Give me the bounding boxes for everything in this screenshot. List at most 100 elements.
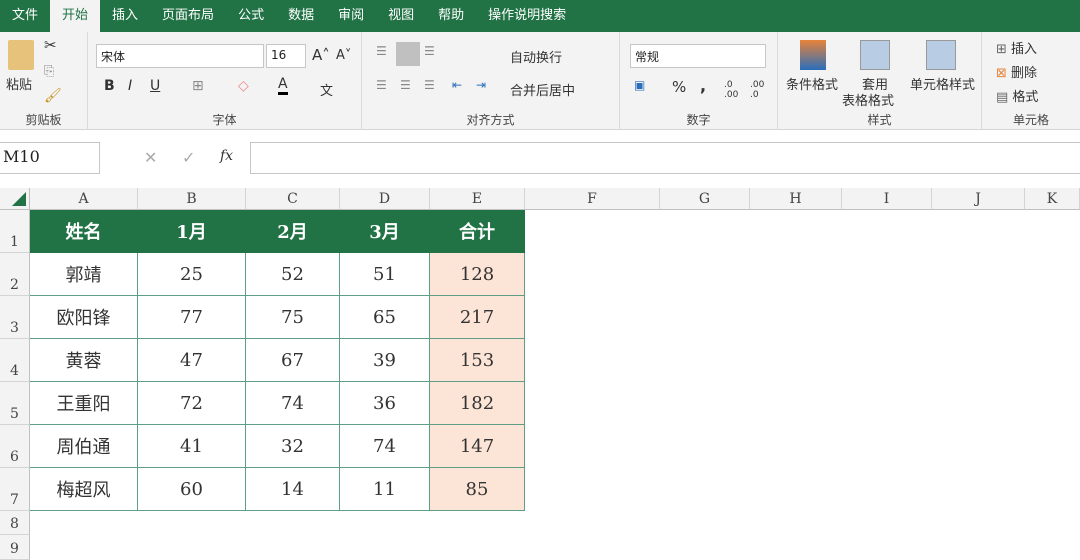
table-cell[interactable]: 67 [246,339,340,382]
enter-icon[interactable]: ✓ [182,148,195,167]
format-painter-icon[interactable]: 🖌 [44,88,62,104]
borders-icon[interactable]: ⊞ [192,78,204,94]
table-cell[interactable]: 74 [340,425,430,468]
percent-button[interactable]: % [672,78,686,96]
row-header-7[interactable]: 7 [0,468,30,511]
table-cell[interactable]: 王重阳 [30,382,138,425]
align-right-icon[interactable]: ☰ [424,78,435,92]
shrink-font-icon[interactable]: A˅ [336,48,351,63]
increase-decimal-icon[interactable]: .0.00 [724,80,738,100]
table-cell[interactable]: 14 [246,468,340,511]
table-cell[interactable]: 72 [138,382,246,425]
menu-tab-7[interactable]: 视图 [376,0,426,32]
menu-tab-9[interactable]: 操作说明搜索 [476,0,578,32]
table-cell[interactable]: 128 [430,253,525,296]
column-header-B[interactable]: B [138,188,246,210]
italic-button[interactable]: I [128,78,132,94]
column-header-A[interactable]: A [30,188,138,210]
table-cell[interactable]: 51 [340,253,430,296]
row-header-1[interactable]: 1 [0,210,30,253]
row-header-3[interactable]: 3 [0,296,30,339]
cut-icon[interactable]: ✂ [44,36,57,54]
menu-tab-3[interactable]: 页面布局 [150,0,226,32]
decrease-indent-icon[interactable]: ⇤ [452,78,462,92]
formula-input[interactable] [250,142,1080,174]
column-header-C[interactable]: C [246,188,340,210]
table-cell[interactable]: 32 [246,425,340,468]
format-as-table-button-line2[interactable]: 表格格式 [842,90,894,109]
merge-center-button[interactable]: 合并后居中 [510,80,575,99]
table-header-cell[interactable]: 姓名 [30,210,138,253]
table-cell[interactable]: 153 [430,339,525,382]
column-header-K[interactable]: K [1025,188,1080,210]
insert-button[interactable]: ⊞ 插入 [996,38,1037,57]
table-cell[interactable]: 47 [138,339,246,382]
table-cell[interactable]: 黄蓉 [30,339,138,382]
menu-tab-5[interactable]: 数据 [276,0,326,32]
increase-indent-icon[interactable]: ⇥ [476,78,486,92]
table-cell[interactable]: 182 [430,382,525,425]
fill-color-icon[interactable]: ◇ [238,78,249,94]
menu-tab-0[interactable]: 文件 [0,0,50,32]
table-header-cell[interactable]: 1月 [138,210,246,253]
table-cell[interactable]: 周伯通 [30,425,138,468]
table-cell[interactable]: 郭靖 [30,253,138,296]
row-header-2[interactable]: 2 [0,253,30,296]
table-cell[interactable]: 77 [138,296,246,339]
table-cell[interactable]: 36 [340,382,430,425]
column-header-G[interactable]: G [660,188,750,210]
table-cell[interactable]: 65 [340,296,430,339]
table-cell[interactable]: 147 [430,425,525,468]
table-cell[interactable]: 217 [430,296,525,339]
table-cell[interactable]: 41 [138,425,246,468]
conditional-format-button[interactable]: 条件格式 [786,74,838,93]
table-cell[interactable]: 74 [246,382,340,425]
menu-tab-8[interactable]: 帮助 [426,0,476,32]
menu-tab-4[interactable]: 公式 [226,0,276,32]
bold-button[interactable]: B [104,78,115,94]
table-cell[interactable]: 梅超风 [30,468,138,511]
align-center-icon[interactable]: ☰ [400,78,411,92]
column-header-J[interactable]: J [932,188,1025,210]
table-header-cell[interactable]: 3月 [340,210,430,253]
column-header-E[interactable]: E [430,188,525,210]
insert-function-button[interactable]: fx [220,148,233,164]
row-header-5[interactable]: 5 [0,382,30,425]
paste-button[interactable]: 粘贴 [6,74,32,93]
font-name-select[interactable]: 宋体 [96,44,264,68]
cell-styles-button[interactable]: 单元格样式 [910,74,975,93]
row-header-4[interactable]: 4 [0,339,30,382]
menu-tab-1[interactable]: 开始 [50,0,101,32]
currency-icon[interactable]: ▣ [634,78,645,92]
menu-tab-6[interactable]: 审阅 [326,0,376,32]
column-header-D[interactable]: D [340,188,430,210]
align-left-icon[interactable]: ☰ [376,78,387,92]
align-top-icon[interactable]: ☰ [376,44,387,58]
row-header-8[interactable]: 8 [0,511,30,535]
wrap-text-button[interactable]: 自动换行 [510,47,562,66]
table-header-cell[interactable]: 2月 [246,210,340,253]
column-header-F[interactable]: F [525,188,660,210]
column-header-I[interactable]: I [842,188,932,210]
table-cell[interactable]: 85 [430,468,525,511]
underline-button[interactable]: U [150,78,160,94]
table-header-cell[interactable]: 合计 [430,210,525,253]
row-header-6[interactable]: 6 [0,425,30,468]
delete-button[interactable]: ⊠ 删除 [996,62,1037,81]
column-header-H[interactable]: H [750,188,842,210]
number-format-select[interactable]: 常规 [630,44,766,68]
phonetic-button[interactable]: 文 [320,80,333,99]
row-header-9[interactable]: 9 [0,535,30,560]
table-cell[interactable]: 60 [138,468,246,511]
align-middle-icon[interactable] [396,42,420,66]
decrease-decimal-icon[interactable]: .00.0 [750,80,764,100]
table-cell[interactable]: 11 [340,468,430,511]
grow-font-icon[interactable]: A˄ [312,46,330,64]
menu-tab-2[interactable]: 插入 [100,0,150,32]
table-cell[interactable]: 52 [246,253,340,296]
format-button[interactable]: ▤ 格式 [996,86,1038,105]
name-box[interactable]: M10 [0,142,100,174]
font-color-button[interactable]: A [278,76,288,95]
cancel-icon[interactable]: ✕ [144,148,157,167]
select-all-button[interactable] [0,188,30,210]
